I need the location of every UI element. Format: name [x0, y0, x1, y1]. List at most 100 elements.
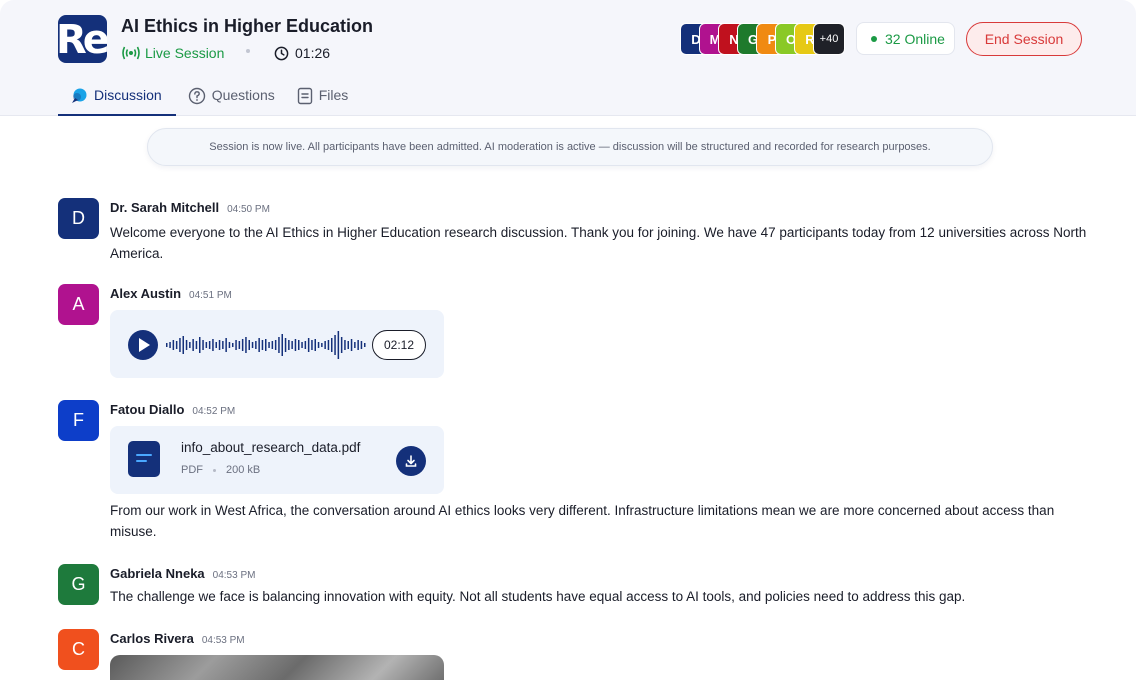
- audio-waveform[interactable]: [166, 328, 366, 362]
- waveform-bar: [238, 341, 241, 349]
- live-label: Live Session: [145, 45, 225, 61]
- session-header: Re AI Ethics in Higher Education Live Se…: [0, 0, 1136, 116]
- waveform-bar: [307, 338, 310, 352]
- document-icon: [297, 87, 312, 105]
- waveform-bar: [261, 340, 264, 350]
- waveform-bar: [205, 342, 208, 348]
- online-label: 32 Online: [885, 30, 945, 47]
- waveform-bar: [166, 343, 168, 347]
- timer-value: 01:26: [295, 45, 331, 61]
- waveform-bar: [311, 340, 313, 350]
- waveform-bar: [301, 342, 303, 348]
- waveform-bar: [169, 342, 171, 348]
- file-type: PDF: [181, 464, 203, 476]
- chat-message: D Dr. Sarah Mitchell 04:50 PM Welcome eve…: [58, 198, 1098, 268]
- message-text: From our work in West Africa, the conver…: [110, 503, 1055, 539]
- waveform-bar: [189, 342, 191, 348]
- message-header: Gabriela Nneka 04:53 PM: [110, 566, 255, 581]
- waveform-bar: [347, 341, 349, 349]
- sender-name: Alex Austin: [110, 286, 182, 301]
- tab-bar: Discussion Questions Files: [58, 80, 370, 116]
- message-time: 04:50 PM: [227, 204, 270, 215]
- message-header: Fatou Diallo 04:52 PM: [110, 402, 235, 417]
- online-dot-icon: [871, 35, 877, 42]
- waveform-bar: [364, 343, 366, 347]
- message-text: The challenge we face is balancing innov…: [110, 589, 966, 604]
- file-name: info_about_research_data.pdf: [181, 440, 361, 455]
- waveform-bar: [255, 341, 257, 349]
- avatar: G: [58, 564, 99, 605]
- avatar: D: [58, 198, 99, 239]
- waveform-bar: [212, 339, 214, 351]
- play-button[interactable]: [128, 330, 158, 360]
- waveform-bar: [278, 337, 280, 353]
- file-meta: PDF 200 kB: [181, 464, 260, 476]
- waveform-bar: [337, 331, 340, 359]
- waveform-bar: [192, 339, 194, 351]
- waveform-bar: [354, 342, 356, 348]
- chat-message: C Carlos Rivera 04:53 PM: [58, 629, 1098, 680]
- sender-name: Dr. Sarah Mitchell: [110, 200, 220, 215]
- waveform-bar: [202, 340, 204, 350]
- waveform-bar: [331, 338, 333, 352]
- waveform-bar: [360, 341, 363, 349]
- chat-bubble-icon: [72, 88, 87, 103]
- file-icon: [128, 441, 160, 477]
- waveform-bar: [298, 340, 300, 350]
- waveform-bar: [232, 343, 234, 347]
- download-button[interactable]: [396, 446, 426, 476]
- waveform-bar: [172, 340, 175, 350]
- waveform-bar: [208, 341, 211, 349]
- avatar: F: [58, 400, 99, 441]
- message-time: 04:51 PM: [189, 290, 232, 301]
- question-icon: [188, 87, 205, 105]
- waveform-bar: [179, 338, 181, 352]
- tab-files[interactable]: Files: [297, 80, 349, 116]
- image-attachment[interactable]: [110, 655, 444, 680]
- waveform-bar: [340, 337, 343, 353]
- message-header: Alex Austin 04:51 PM: [110, 286, 232, 301]
- sender-name: Carlos Rivera: [110, 631, 194, 646]
- waveform-bar: [195, 341, 198, 349]
- file-size: 200 kB: [226, 464, 261, 476]
- tab-discussion[interactable]: Discussion: [58, 80, 176, 116]
- online-count-badge[interactable]: 32 Online: [856, 22, 955, 55]
- waveform-bar: [344, 340, 346, 350]
- waveform-bar: [321, 343, 323, 347]
- separator-dot: [246, 49, 250, 53]
- download-icon: [405, 455, 417, 467]
- waveform-bar: [215, 342, 217, 348]
- file-attachment[interactable]: info_about_research_data.pdf PDF 200 kB: [110, 426, 444, 494]
- waveform-bar: [357, 340, 359, 350]
- session-title: AI Ethics in Higher Education: [121, 16, 374, 36]
- end-session-button[interactable]: End Session: [966, 22, 1082, 56]
- broadcast-icon: [122, 46, 140, 60]
- waveform-bar: [327, 340, 330, 350]
- waveform-bar: [218, 340, 221, 350]
- session-status-banner: Session is now live. All participants ha…: [147, 128, 993, 166]
- waveform-bar: [235, 340, 237, 350]
- tab-questions-label: Questions: [211, 87, 275, 103]
- more-participants-badge[interactable]: +40: [813, 23, 845, 55]
- tab-files-label: Files: [318, 87, 349, 103]
- tab-questions[interactable]: Questions: [188, 80, 275, 116]
- chat-message: F Fatou Diallo 04:52 PM info_about_resear…: [58, 400, 1098, 550]
- sender-name: Gabriela Nneka: [110, 566, 205, 581]
- waveform-bar: [324, 341, 326, 349]
- session-timer: 01:26: [274, 45, 330, 61]
- avatar: A: [58, 284, 99, 325]
- waveform-bar: [222, 341, 224, 349]
- waveform-bar: [274, 340, 277, 350]
- waveform-bar: [317, 342, 320, 348]
- waveform-bar: [182, 336, 184, 354]
- waveform-bar: [251, 342, 254, 348]
- waveform-bar: [291, 341, 293, 349]
- voice-message: 02:12: [110, 310, 444, 378]
- message-time: 04:52 PM: [192, 406, 236, 417]
- waveform-bar: [241, 339, 244, 351]
- message-time: 04:53 PM: [212, 570, 256, 581]
- waveform-bar: [228, 342, 231, 348]
- app-logo: Re: [58, 15, 107, 63]
- message-header: Dr. Sarah Mitchell 04:50 PM: [110, 200, 270, 215]
- logo-text: Re: [58, 17, 107, 63]
